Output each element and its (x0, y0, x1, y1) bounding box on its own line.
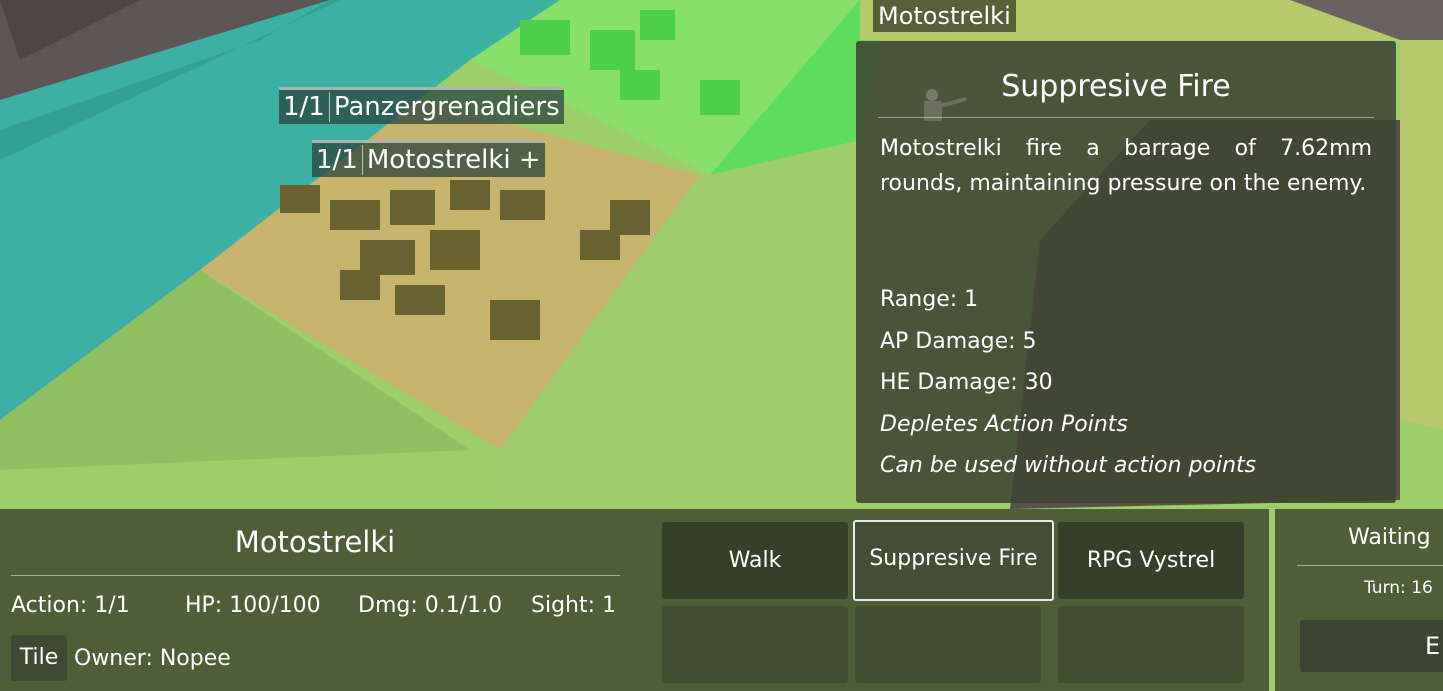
unit-sight: Sight: 1 (531, 593, 617, 618)
empty-action-slot[interactable] (855, 606, 1041, 683)
actions-panel: Walk Suppresive Fire RPG Vystrel (657, 509, 1269, 691)
tooltip-stats: Range: 1 AP Damage: 5 HE Damage: 30 Depl… (880, 279, 1256, 487)
tile-button[interactable]: Tile (11, 635, 67, 681)
walk-button[interactable]: Walk (662, 522, 848, 599)
turn-counter: Turn: 16 (1364, 578, 1433, 598)
tooltip-divider (878, 117, 1374, 118)
motostrelki-label[interactable]: 1/1 Motostrelki + (312, 140, 545, 177)
unit-name: Motostrelki (234, 525, 396, 559)
unit-dmg: Dmg: 0.1/1.0 (358, 593, 503, 618)
tooltip-ap-damage: AP Damage: 5 (880, 328, 1037, 354)
top-unit-label[interactable]: Motostrelki (873, 0, 1016, 32)
end-turn-button[interactable]: E (1300, 620, 1443, 672)
tooltip-he-damage: HE Damage: 30 (880, 370, 1053, 395)
tooltip-range: Range: 1 (880, 287, 979, 312)
tile-owner: Owner: Nopee (74, 646, 231, 671)
ability-tooltip: Suppresive Fire Motostrelki fire a barra… (856, 41, 1396, 503)
motostrelki-count: 1/1 (316, 145, 363, 175)
panzergrenadiers-label[interactable]: 1/1 Panzergrenadiers (279, 87, 564, 124)
suppresive-fire-button[interactable]: Suppresive Fire (853, 520, 1054, 601)
tooltip-title: Suppresive Fire (1001, 69, 1231, 104)
empty-action-slot[interactable] (662, 606, 848, 683)
tooltip-note-no-ap: Can be used without action points (880, 453, 1257, 478)
panzergrenadiers-name: Panzergrenadiers (333, 92, 560, 122)
tooltip-note-depletes: Depletes Action Points (880, 411, 1128, 437)
unit-divider (11, 575, 620, 576)
turn-status: Waiting (1348, 525, 1431, 550)
turn-divider (1297, 565, 1443, 566)
bottom-hud: Motostrelki Action: 1/1 HP: 100/100 Dmg:… (0, 509, 1443, 691)
empty-action-slot[interactable] (1058, 606, 1244, 683)
unit-action: Action: 1/1 (11, 593, 130, 618)
rpg-vystrel-button[interactable]: RPG Vystrel (1058, 522, 1244, 599)
unit-hp: HP: 100/100 (185, 593, 321, 618)
tooltip-description: Motostrelki fire a barrage of 7.62mm rou… (880, 136, 1372, 196)
motostrelki-name: Motostrelki + (366, 145, 541, 175)
turn-panel: Waiting Turn: 16 E (1275, 509, 1443, 691)
unit-info-panel: Motostrelki Action: 1/1 HP: 100/100 Dmg:… (0, 509, 657, 691)
panzergrenadiers-count: 1/1 (283, 92, 330, 122)
